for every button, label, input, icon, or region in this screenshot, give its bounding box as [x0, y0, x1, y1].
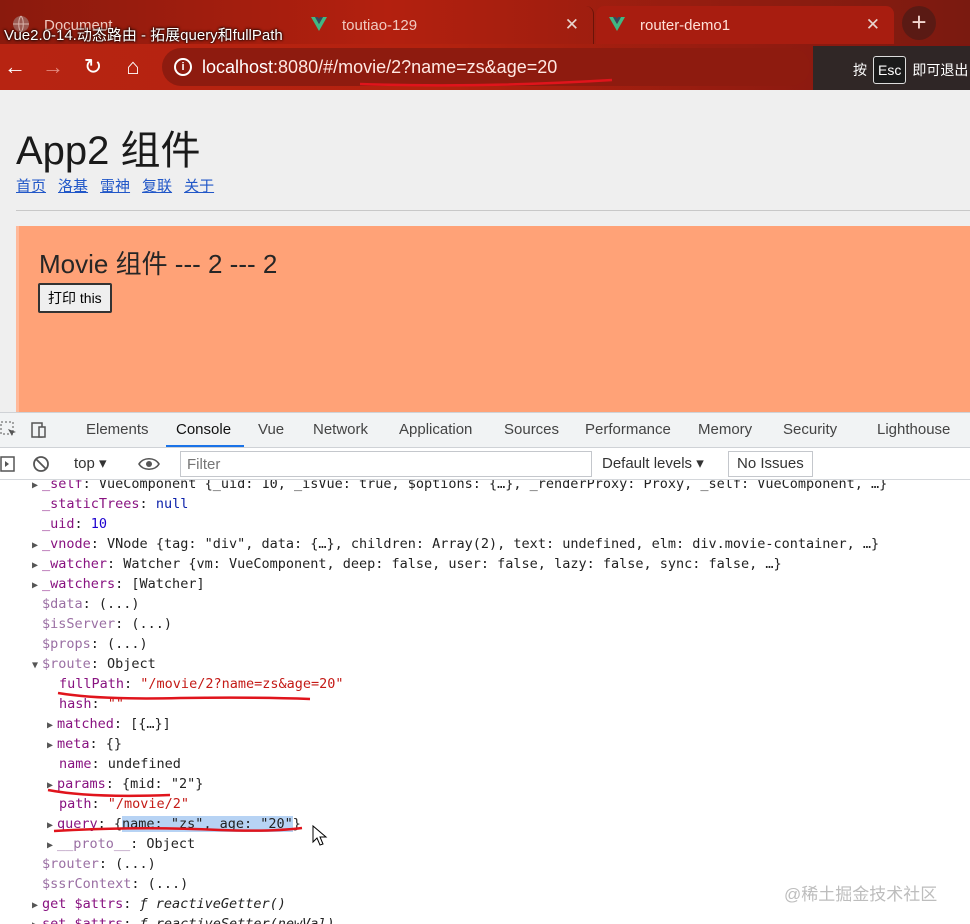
expand-arrow-icon: ▶: [32, 916, 42, 924]
nav-link-avengers[interactable]: 复联: [142, 175, 172, 196]
home-icon[interactable]: ⌂: [118, 52, 148, 82]
browser-tab-router-demo[interactable]: router-demo1 ✕: [596, 6, 894, 44]
url-text[interactable]: localhost:8080/#/movie/2?name=zs&age=20: [202, 57, 557, 78]
close-icon[interactable]: ✕: [565, 15, 579, 35]
page-content: App2 组件 首页 洛基 雷神 复联 关于 Movie 组件 --- 2 --…: [0, 90, 970, 412]
console-row[interactable]: $router: (...): [42, 854, 156, 874]
esc-key: Esc: [873, 56, 907, 84]
new-tab-button[interactable]: +: [902, 6, 936, 40]
watermark: @稀土掘金技术社区: [784, 885, 938, 904]
console-row[interactable]: ▶ __proto__: Object: [47, 834, 195, 854]
collapse-arrow-icon: ▼: [32, 660, 39, 671]
console-row: path: "/movie/2": [59, 796, 190, 812]
selected-text: name: "zs", age: "20": [122, 816, 293, 832]
devtools-tab-elements[interactable]: Elements: [86, 413, 149, 447]
browser-tabstrip: Document toutiao-129 ✕ router-demo1 ✕ + …: [0, 0, 970, 44]
movie-container: Movie 组件 --- 2 --- 2 打印 this: [16, 226, 970, 412]
console-row[interactable]: ▶set $attrs: ƒ reactiveSetter(newVal): [32, 914, 335, 924]
forward-arrow-icon[interactable]: →: [38, 52, 68, 82]
back-arrow-icon[interactable]: ←: [0, 52, 30, 82]
expand-arrow-icon: ▶: [47, 740, 54, 751]
console-row[interactable]: ▶ _watcher: Watcher {vm: VueComponent, de…: [32, 554, 782, 574]
router-nav: 首页 洛基 雷神 复联 关于: [16, 175, 214, 196]
vue-icon: [609, 17, 625, 31]
issues-button[interactable]: No Issues: [728, 451, 813, 477]
console-row[interactable]: $ssrContext: (...): [42, 874, 188, 894]
devtools-tab-console[interactable]: Console: [166, 413, 244, 447]
devtools-tab-memory[interactable]: Memory: [698, 413, 752, 447]
device-toolbar-icon[interactable]: [30, 421, 48, 439]
expand-arrow-icon: ▶: [32, 560, 39, 571]
console-row[interactable]: ▶ _vnode: VNode {tag: "div", data: {…}, c…: [32, 534, 879, 554]
divider: [16, 210, 970, 211]
console-filter-input[interactable]: [180, 451, 592, 477]
expand-arrow-icon: ▶: [47, 720, 54, 731]
sidebar-toggle-icon[interactable]: [0, 455, 18, 473]
console-row[interactable]: ▶ query: {name: "zs", age: "20"}: [47, 814, 301, 834]
devtools-tab-network[interactable]: Network: [313, 413, 368, 447]
devtools-tab-vue[interactable]: Vue: [258, 413, 284, 447]
console-row[interactable]: ▶ get $attrs: ƒ reactiveGetter(): [32, 894, 286, 914]
console-row: _uid: 10: [42, 516, 108, 532]
chevron-down-icon: ▾: [696, 455, 704, 472]
console-row[interactable]: ▶ params: {mid: "2"}: [47, 774, 203, 794]
close-icon[interactable]: ✕: [866, 15, 880, 35]
expand-arrow-icon: ▶: [47, 820, 54, 831]
console-row: _staticTrees: null: [42, 496, 189, 512]
tab-label: router-demo1: [640, 16, 731, 34]
console-row[interactable]: ▶ _self: VueComponent {_uid: 10, _isVue: …: [32, 480, 887, 494]
vue-icon: [311, 17, 327, 31]
console-output: ▶ _self: VueComponent {_uid: 10, _isVue: …: [0, 480, 970, 924]
expand-arrow-icon: ▶: [32, 580, 39, 591]
console-row[interactable]: $isServer: (...): [42, 614, 172, 634]
clear-console-icon[interactable]: [32, 455, 50, 473]
console-toolbar: top ▾ Default levels ▾ No Issues: [0, 448, 970, 480]
context-selector[interactable]: top ▾: [74, 454, 107, 472]
devtools-tabbar: Elements Console Vue Network Application…: [0, 412, 970, 448]
console-row[interactable]: ▶ matched: [{…}]: [47, 714, 171, 734]
nav-link-loki[interactable]: 洛基: [58, 175, 88, 196]
expand-arrow-icon: ▶: [47, 840, 54, 851]
expand-arrow-icon: ▶: [32, 900, 39, 911]
nav-link-home[interactable]: 首页: [16, 175, 46, 196]
reload-icon[interactable]: ↻: [78, 52, 108, 82]
info-icon[interactable]: i: [174, 58, 192, 76]
expand-arrow-icon: ▶: [32, 480, 39, 491]
fullscreen-esc-hint: 按 Esc 即可退出: [813, 46, 970, 94]
print-this-button[interactable]: 打印 this: [38, 283, 112, 313]
address-bar[interactable]: i localhost:8080/#/movie/2?name=zs&age=2…: [162, 48, 810, 86]
console-row[interactable]: ▼ $route: Object: [32, 654, 156, 674]
devtools-tab-lighthouse[interactable]: Lighthouse: [877, 413, 950, 447]
console-row: name: undefined: [59, 756, 181, 772]
movie-title: Movie 组件 --- 2 --- 2: [39, 249, 278, 279]
console-row[interactable]: ▶ _watchers: [Watcher]: [32, 574, 205, 594]
devtools-tab-application[interactable]: Application: [399, 413, 472, 447]
chevron-down-icon: ▾: [99, 455, 107, 472]
devtools-tab-performance[interactable]: Performance: [585, 413, 671, 447]
log-levels-dropdown[interactable]: Default levels ▾: [602, 454, 704, 472]
app-title: App2 组件: [16, 129, 201, 173]
eye-icon[interactable]: [138, 455, 160, 473]
nav-link-thor[interactable]: 雷神: [100, 175, 130, 196]
devtools-tab-security[interactable]: Security: [783, 413, 837, 447]
console-row: hash: "": [59, 696, 125, 712]
inspect-element-icon[interactable]: [0, 421, 18, 439]
expand-arrow-icon: ▶: [47, 780, 54, 791]
browser-tab-toutiao[interactable]: toutiao-129 ✕: [298, 6, 594, 44]
devtools-tab-sources[interactable]: Sources: [504, 413, 559, 447]
console-row[interactable]: $props: (...): [42, 634, 148, 654]
expand-arrow-icon: ▶: [32, 540, 39, 551]
tab-label: toutiao-129: [342, 16, 418, 34]
video-title: Vue2.0-14.动态路由 - 拓展query和fullPath: [4, 27, 283, 44]
nav-link-about[interactable]: 关于: [184, 175, 214, 196]
console-row: fullPath: "/movie/2?name=zs&age=20": [59, 676, 344, 692]
console-row[interactable]: $data: (...): [42, 594, 140, 614]
console-row[interactable]: ▶ meta: {}: [47, 734, 122, 754]
